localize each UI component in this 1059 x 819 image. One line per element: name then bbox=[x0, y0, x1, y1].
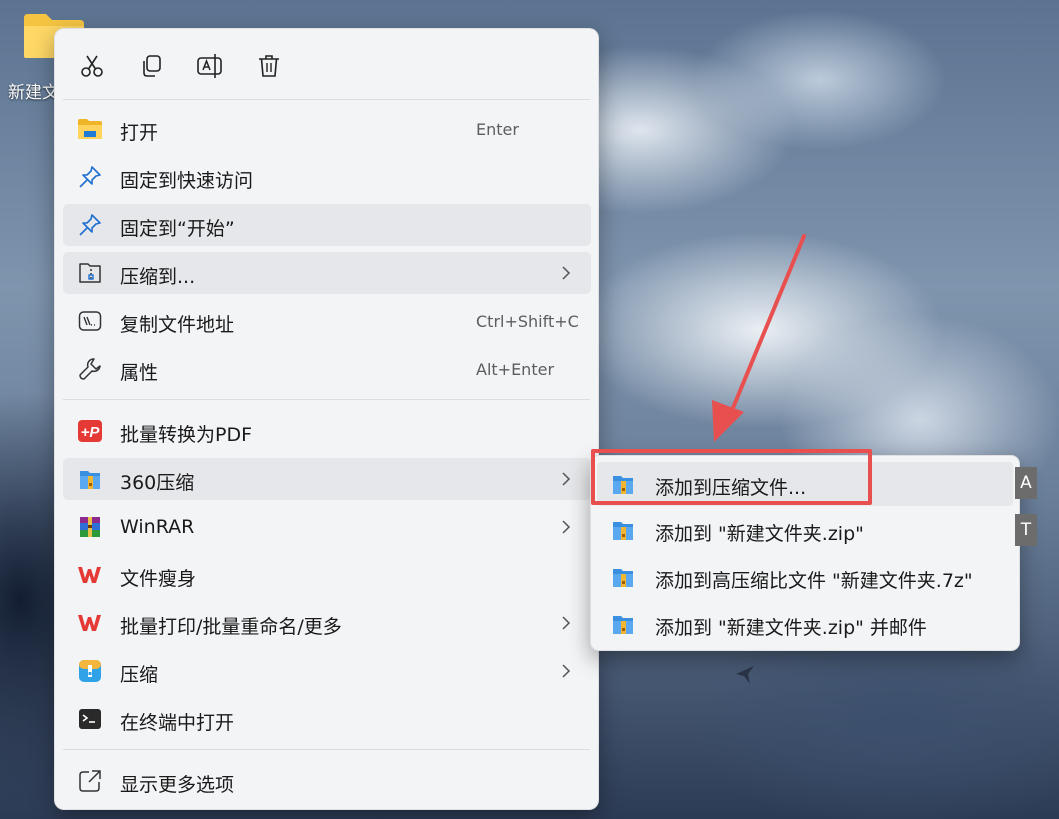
submenu-item-add-to-zip[interactable]: 添加到 "新建文件夹.zip" bbox=[597, 508, 1013, 552]
zip360-icon bbox=[77, 467, 103, 491]
chevron-right-icon bbox=[562, 664, 571, 678]
menu-item-pin-quick-access[interactable]: 固定到快速访问 bbox=[63, 156, 591, 198]
zip-folder-icon bbox=[77, 261, 103, 285]
menu-item-label: 打开 bbox=[120, 122, 159, 144]
menu-item-label: 复制文件地址 bbox=[120, 314, 235, 336]
access-key-badge: T bbox=[1015, 514, 1037, 546]
compress-icon bbox=[77, 659, 103, 683]
desktop-folder-label[interactable]: 新建文 bbox=[8, 78, 59, 103]
separator bbox=[63, 399, 590, 400]
menu-item-pin-start[interactable]: 固定到“开始” bbox=[63, 204, 591, 246]
menu-item-open-terminal[interactable]: 在终端中打开 bbox=[63, 698, 591, 740]
terminal-icon bbox=[77, 707, 103, 731]
menu-item-copy-path[interactable]: 复制文件地址 Ctrl+Shift+C bbox=[63, 300, 591, 342]
menu-item-file-slim[interactable]: 文件瘦身 bbox=[63, 554, 591, 596]
zip360-icon bbox=[613, 522, 633, 540]
cut-icon bbox=[81, 55, 103, 77]
delete-icon bbox=[259, 55, 279, 77]
menu-item-show-more-options[interactable]: 显示更多选项 bbox=[63, 760, 591, 802]
menu-item-winrar[interactable]: WinRAR bbox=[63, 506, 591, 548]
menu-item-batch-more[interactable]: 批量打印/批量重命名/更多 bbox=[63, 602, 591, 644]
delete-button[interactable] bbox=[252, 49, 286, 83]
menu-item-label: 文件瘦身 bbox=[120, 568, 197, 590]
menu-item-shortcut: Alt+Enter bbox=[476, 360, 555, 379]
chevron-right-icon bbox=[562, 266, 571, 280]
wps-icon bbox=[77, 611, 103, 635]
menu-item-shortcut: Enter bbox=[476, 120, 519, 139]
menu-item-label: 属性 bbox=[120, 362, 159, 384]
menu-item-label: 压缩到... bbox=[120, 266, 196, 288]
separator bbox=[63, 749, 590, 750]
zip360-icon bbox=[613, 569, 633, 587]
highlight-box bbox=[591, 449, 872, 505]
submenu-item-add-zip-and-email[interactable]: 添加到 "新建文件夹.zip" 并邮件 bbox=[597, 602, 1013, 646]
access-key-badge: A bbox=[1015, 467, 1037, 499]
submenu-item-add-to-7z[interactable]: 添加到高压缩比文件 "新建文件夹.7z" bbox=[597, 555, 1013, 599]
menu-item-label: WinRAR bbox=[120, 516, 195, 538]
menu-item-label: 固定到快速访问 bbox=[120, 170, 254, 192]
copy-button[interactable] bbox=[134, 49, 168, 83]
menu-item-open[interactable]: 打开 Enter bbox=[63, 108, 591, 150]
submenu-item-label: 添加到 "新建文件夹.zip" bbox=[655, 523, 864, 545]
pdf-icon: +P bbox=[77, 419, 103, 443]
menu-item-label: 在终端中打开 bbox=[120, 712, 235, 734]
context-menu: 打开 Enter 固定到快速访问 固定到“开始” 压缩到... 复制文件地址 C… bbox=[54, 28, 599, 810]
pin-icon bbox=[77, 165, 103, 189]
bird-icon bbox=[736, 666, 754, 684]
share-icon bbox=[77, 769, 103, 793]
pin-icon bbox=[77, 213, 103, 237]
menu-item-compress-to[interactable]: 压缩到... bbox=[63, 252, 591, 294]
menu-item-batch-pdf[interactable]: +P 批量转换为PDF bbox=[63, 410, 591, 452]
menu-item-label: 批量打印/批量重命名/更多 bbox=[120, 616, 342, 638]
chevron-right-icon bbox=[562, 520, 571, 534]
copy-icon bbox=[143, 55, 161, 77]
folder-icon bbox=[77, 117, 103, 141]
path-icon bbox=[77, 309, 103, 333]
cut-button[interactable] bbox=[75, 49, 109, 83]
rename-button[interactable] bbox=[193, 49, 227, 83]
menu-item-properties[interactable]: 属性 Alt+Enter bbox=[63, 348, 591, 390]
menu-item-compress[interactable]: 压缩 bbox=[63, 650, 591, 692]
menu-item-label: 360压缩 bbox=[120, 472, 195, 494]
svg-text:+P: +P bbox=[81, 424, 101, 441]
rename-icon bbox=[197, 54, 222, 78]
submenu-item-label: 添加到高压缩比文件 "新建文件夹.7z" bbox=[655, 570, 973, 592]
submenu-item-label: 添加到 "新建文件夹.zip" 并邮件 bbox=[655, 617, 927, 639]
menu-item-shortcut: Ctrl+Shift+C bbox=[476, 312, 579, 331]
menu-item-label: 压缩 bbox=[120, 664, 159, 686]
context-toolbar bbox=[55, 29, 598, 99]
winrar-icon bbox=[77, 515, 103, 539]
menu-item-label: 批量转换为PDF bbox=[120, 424, 253, 446]
menu-item-label: 显示更多选项 bbox=[120, 774, 235, 796]
wps-icon bbox=[77, 563, 103, 587]
separator bbox=[63, 99, 590, 100]
zip360-icon bbox=[613, 616, 633, 634]
chevron-right-icon bbox=[562, 616, 571, 630]
menu-item-360zip[interactable]: 360压缩 bbox=[63, 458, 591, 500]
wrench-icon bbox=[77, 357, 103, 381]
menu-item-label: 固定到“开始” bbox=[120, 218, 235, 240]
chevron-right-icon bbox=[562, 472, 571, 486]
